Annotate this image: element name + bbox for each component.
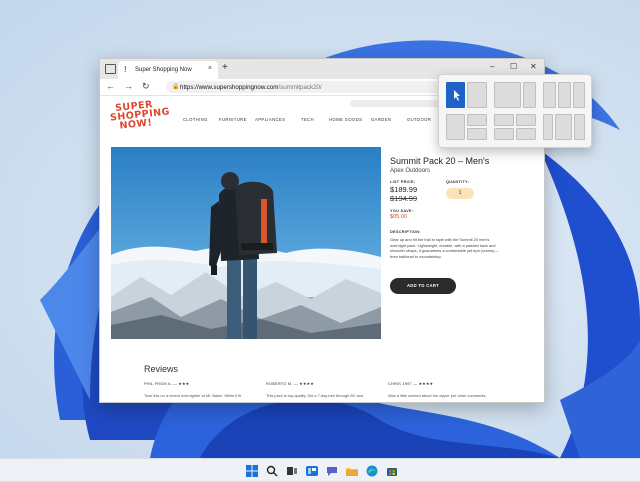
snap-zone-left-half[interactable] <box>446 82 465 108</box>
snap-zone-right-half[interactable] <box>467 82 487 108</box>
file-explorer-icon[interactable] <box>346 464 358 476</box>
windows-start-icon[interactable] <box>246 464 258 477</box>
site-favicon-icon: ! <box>124 65 127 74</box>
snap-zone-left-half[interactable] <box>446 114 465 140</box>
address-bar[interactable]: 🔒 https://www.supershoppingnow.com/summi… <box>166 81 466 93</box>
browser-tab[interactable]: ! Super Shopping Now × <box>118 61 218 79</box>
edge-icon[interactable] <box>366 464 378 477</box>
new-tab-button[interactable]: + <box>222 62 228 73</box>
snap-zone-quad-2[interactable] <box>516 114 536 126</box>
snap-zone-third-2[interactable] <box>558 82 571 108</box>
lock-icon: 🔒 <box>172 84 180 90</box>
you-save-label: YOU SAVE: <box>390 209 414 213</box>
taskbar <box>0 458 640 481</box>
snap-zone-quad-1[interactable] <box>494 114 514 126</box>
snap-zone-third-3[interactable] <box>573 82 585 108</box>
snap-zone-quarter-left[interactable] <box>543 114 553 140</box>
review-author: CHRIS 1997 — ★★★★ <box>388 381 434 386</box>
snap-zone-third-1[interactable] <box>543 82 556 108</box>
site-logo[interactable]: SUPER SHOPPING NOW! <box>109 99 171 132</box>
mouse-cursor-icon <box>454 90 460 101</box>
snap-zone-bottom-right[interactable] <box>467 128 487 140</box>
minimize-button[interactable]: – <box>490 62 494 71</box>
url-text: https://www.supershoppingnow.com/summitp… <box>180 84 322 91</box>
close-window-button[interactable]: ✕ <box>530 62 537 71</box>
nav-outdoor[interactable]: OUTDOOR <box>407 117 431 122</box>
snap-layouts-flyout <box>438 74 592 148</box>
nav-furniture[interactable]: FURNITURE <box>219 117 247 122</box>
review-text: Was a little worried about the zipper pe… <box>388 393 487 398</box>
nav-appliances[interactable]: APPLIANCES <box>255 117 285 122</box>
nav-home-goods[interactable]: HOME GOODS <box>329 117 362 122</box>
back-button[interactable]: ← <box>106 81 115 91</box>
old-price: $194.99 <box>390 194 418 203</box>
review-author: PHIL FROM IL — ★★★ <box>144 381 190 386</box>
tab-title: Super Shopping Now <box>135 67 192 73</box>
search-icon[interactable] <box>266 464 278 477</box>
tab-actions-icon[interactable] <box>105 64 116 74</box>
review-text: Took this on a recent overnighter at Mt.… <box>144 393 242 398</box>
list-price-label: LIST PRICE: <box>390 180 416 184</box>
product-image[interactable] <box>111 147 381 339</box>
snap-zone-top-right[interactable] <box>467 114 487 126</box>
product-title: Summit Pack 20 – Men's <box>390 156 490 166</box>
snap-zone-quad-4[interactable] <box>516 128 536 140</box>
reviews-heading: Reviews <box>144 364 179 374</box>
store-icon[interactable] <box>386 464 398 476</box>
savings-amount: $05.00 <box>390 214 407 220</box>
snap-zone-quarter-right[interactable] <box>574 114 585 140</box>
nav-clothing[interactable]: CLOTHING <box>183 117 208 122</box>
quantity-stepper[interactable]: 1 <box>446 188 474 199</box>
product-price: $189.99 <box>390 185 418 194</box>
add-to-cart-button[interactable]: ADD TO CART <box>390 278 456 294</box>
refresh-button[interactable]: ↻ <box>142 81 150 92</box>
review-author: ROBERTO M. — ★★★★ <box>266 381 314 386</box>
nav-tech[interactable]: TECH <box>301 117 314 122</box>
quantity-label: QUANTITY: <box>446 180 470 184</box>
product-description: Gear up and hit the trail in style with … <box>390 237 499 259</box>
task-view-icon[interactable] <box>286 464 298 476</box>
chat-icon[interactable] <box>326 464 338 476</box>
snap-zone-center[interactable] <box>555 114 572 140</box>
forward-button[interactable]: → <box>124 81 133 91</box>
widgets-icon[interactable] <box>306 464 318 476</box>
snap-zone-quad-3[interactable] <box>494 128 514 140</box>
maximize-button[interactable]: ☐ <box>510 62 517 71</box>
snap-zone-one-third-right[interactable] <box>523 82 536 108</box>
review-text: This pack is top-quality. Did a 7-day tr… <box>266 393 364 398</box>
product-brand[interactable]: Apex Outdoors <box>390 168 430 174</box>
snap-zone-two-thirds-left[interactable] <box>494 82 521 108</box>
close-tab-icon[interactable]: × <box>208 65 212 72</box>
description-label: DESCRIPTION: <box>390 230 421 234</box>
nav-garden[interactable]: GARDEN <box>371 117 391 122</box>
